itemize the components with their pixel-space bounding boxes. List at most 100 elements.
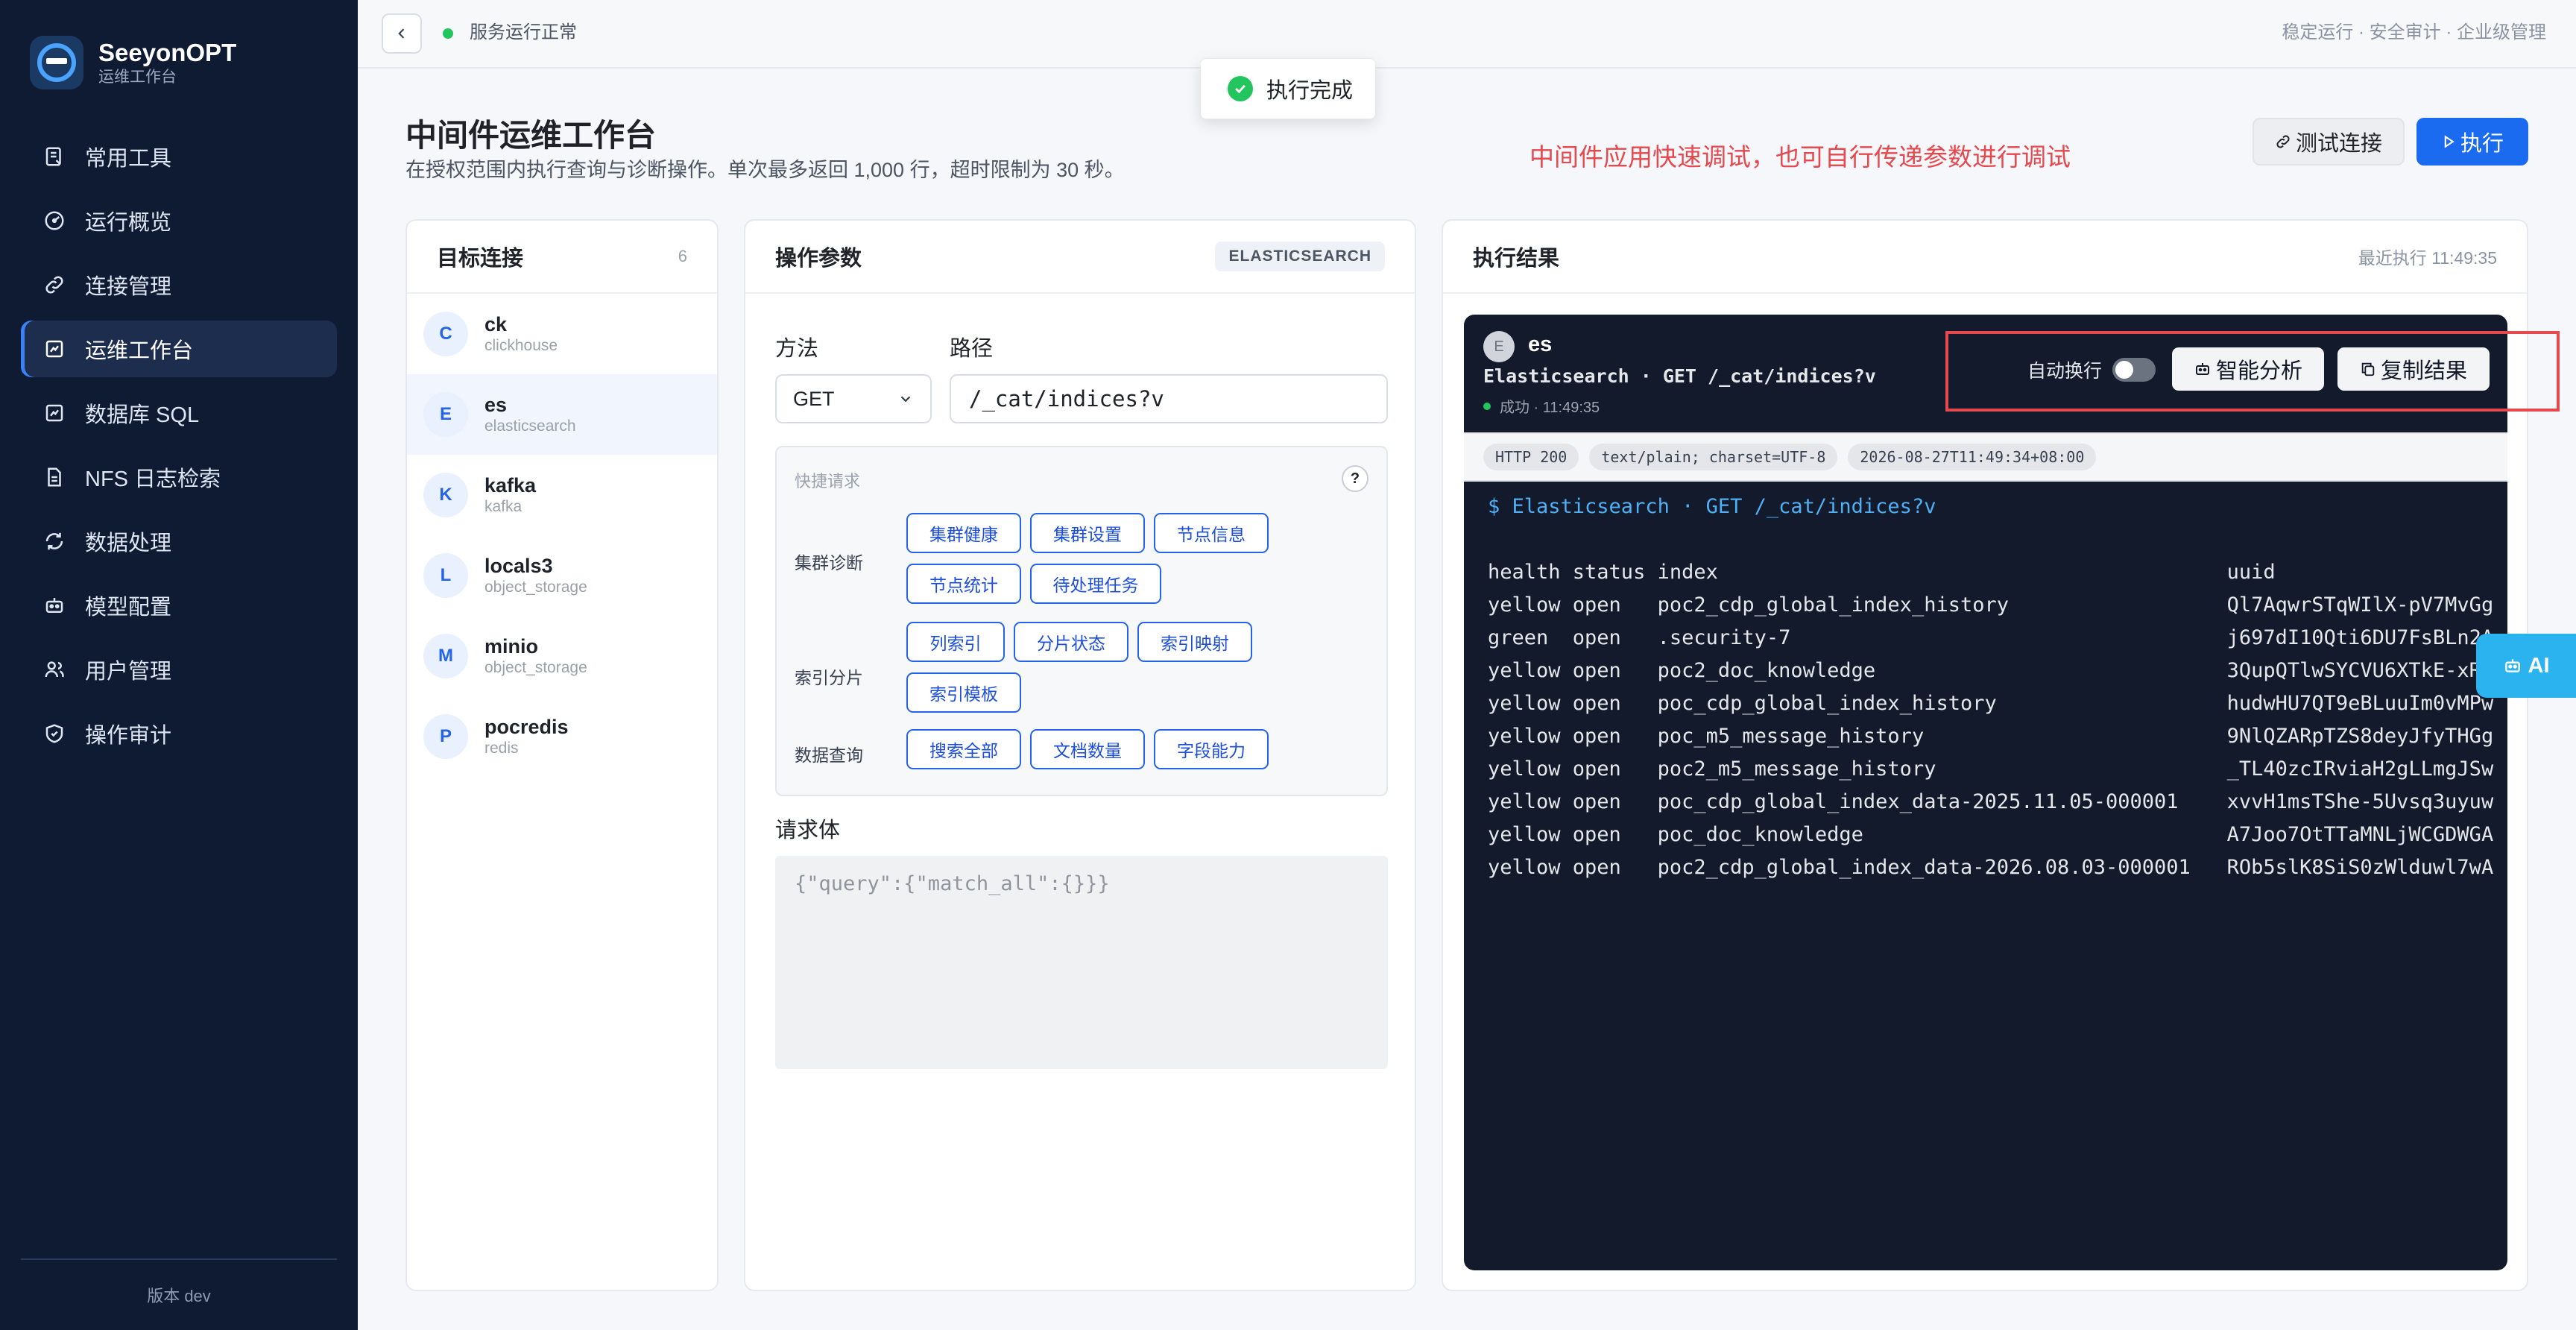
target-connections-panel: 目标连接 6 C ck clickhouse E es elasticsearch … [405, 219, 719, 1291]
database-icon [42, 400, 67, 426]
group-label-query: 数据查询 [795, 746, 863, 765]
chip-list-index[interactable]: 列索引 [906, 622, 1005, 662]
connection-item-kafka[interactable]: K kafka kafka [407, 455, 717, 535]
sidebar-item-audit[interactable]: 操作审计 [21, 705, 337, 762]
sidebar-item-label: 用户管理 [85, 660, 172, 684]
page-description: 在授权范围内执行查询与诊断操作。单次最多返回 1,000 行，超时限制为 30 … [405, 159, 1125, 181]
link-icon [2276, 135, 2290, 148]
tools-icon [42, 144, 67, 169]
chip-search-all[interactable]: 搜索全部 [906, 729, 1021, 769]
avatar: E [1483, 331, 1515, 362]
avatar: C [423, 312, 468, 356]
sidebar-item-label: 连接管理 [85, 275, 172, 299]
path-input[interactable]: /_cat/indices?v [950, 374, 1388, 423]
sidebar-item-workbench[interactable]: 运维工作台 [21, 321, 337, 377]
output-row: yellow open poc2_cdp_global_index_data-2… [1488, 856, 2507, 879]
avatar: M [423, 634, 468, 678]
sidebar-item-label: 模型配置 [85, 596, 172, 620]
link-icon [42, 272, 67, 297]
group-label-cluster: 集群诊断 [795, 553, 863, 573]
ai-assistant-button[interactable]: AI [2476, 634, 2576, 698]
quick-requests-title: 快捷请求 [795, 472, 861, 491]
output-header: health status index uuid pri r [1488, 561, 2507, 584]
chip-field-caps[interactable]: 字段能力 [1154, 729, 1269, 769]
connection-item-pocredis[interactable]: P pocredis redis [407, 696, 717, 777]
output-row: yellow open poc_m5_message_history 9NlQZ… [1488, 725, 2507, 748]
sidebar-item-overview[interactable]: 运行概览 [21, 192, 337, 249]
file-icon [42, 464, 67, 490]
highlight-box [1945, 331, 2560, 412]
connection-count: 6 [678, 247, 687, 265]
operation-params-panel: 操作参数 ELASTICSEARCH 方法 路径 GET /_cat/indic… [744, 219, 1416, 1291]
sidebar-item-sql[interactable]: 数据库 SQL [21, 385, 337, 441]
connection-item-locals3[interactable]: L locals3 object_storage [407, 535, 717, 616]
output-row: yellow open poc_cdp_global_index_history… [1488, 692, 2507, 715]
sidebar: SeeyonOPT 运维工作台 常用工具 运行概览 连接管理 运维工作台 数据库… [0, 0, 358, 1330]
connection-name: kafka [484, 474, 537, 497]
connection-item-es[interactable]: E es elasticsearch [407, 374, 717, 455]
chevron-down-icon [900, 396, 911, 403]
sidebar-item-users[interactable]: 用户管理 [21, 641, 337, 698]
help-icon[interactable]: ? [1342, 465, 1368, 492]
request-summary: Elasticsearch · GET /_cat/indices?v [1483, 365, 1876, 387]
connection-type: redis [484, 740, 519, 757]
toast-text: 执行完成 [1266, 79, 1354, 103]
content-type-chip: text/plain; charset=UTF-8 [1589, 444, 1838, 470]
annotation-text: 中间件应用快速调试，也可自行传递参数进行调试 [1530, 143, 2071, 171]
execute-label: 执行 [2460, 132, 2504, 156]
execution-status-text: 成功 · 11:49:35 [1500, 400, 1600, 416]
chip-pending-tasks[interactable]: 待处理任务 [1030, 564, 1161, 604]
sidebar-item-data-processing[interactable]: 数据处理 [21, 513, 337, 570]
path-label: 路径 [950, 337, 994, 361]
command-line: $ Elasticsearch · GET /_cat/indices?v [1488, 495, 1936, 518]
play-icon [2444, 135, 2455, 148]
group-label-index: 索引分片 [795, 668, 863, 687]
request-body-label: 请求体 [775, 819, 841, 842]
execute-button[interactable]: 执行 [2416, 118, 2528, 166]
check-circle-icon [1228, 76, 1253, 101]
response-meta: HTTP 200 text/plain; charset=UTF-8 2026-… [1464, 432, 2507, 482]
sidebar-nav: 常用工具 运行概览 连接管理 运维工作台 数据库 SQL NFS 日志检索 数据… [21, 128, 337, 769]
chip-index-mapping[interactable]: 索引映射 [1137, 622, 1252, 662]
chip-node-info[interactable]: 节点信息 [1154, 513, 1269, 553]
output-row: yellow open poc_doc_knowledge A7Joo7OtTT… [1488, 823, 2507, 846]
sidebar-item-label: 数据处理 [85, 532, 172, 555]
method-select[interactable]: GET [775, 374, 932, 423]
chip-cluster-health[interactable]: 集群健康 [906, 513, 1021, 553]
sidebar-item-nfs-logs[interactable]: NFS 日志检索 [21, 449, 337, 505]
request-body-input[interactable]: {"query":{"match_all":{}}} [775, 856, 1388, 1069]
success-dot [1483, 402, 1491, 410]
engine-tag: ELASTICSEARCH [1215, 242, 1385, 271]
test-connection-button[interactable]: 测试连接 [2253, 118, 2405, 166]
version-label: 版本 dev [21, 1258, 337, 1330]
users-icon [42, 657, 67, 682]
chip-doc-count[interactable]: 文档数量 [1030, 729, 1145, 769]
output-row: yellow open poc2_doc_knowledge 3QupQTlwS… [1488, 659, 2507, 682]
sidebar-item-tools[interactable]: 常用工具 [21, 128, 337, 185]
back-button[interactable] [382, 13, 422, 54]
app-subtitle: 运维工作台 [98, 69, 177, 86]
chevron-left-icon [398, 28, 405, 39]
status-dot [443, 28, 453, 39]
method-value: GET [793, 387, 835, 410]
service-status: 服务运行正常 [470, 22, 577, 42]
sidebar-item-connections[interactable]: 连接管理 [21, 256, 337, 313]
robot-icon [2504, 659, 2520, 672]
connection-item-minio[interactable]: M minio object_storage [407, 616, 717, 696]
execution-status: 成功 · 11:49:35 [1483, 395, 1600, 417]
connection-type: kafka [484, 498, 523, 515]
sidebar-item-label: 运维工作台 [85, 339, 194, 363]
chip-cluster-settings[interactable]: 集群设置 [1030, 513, 1145, 553]
logo-icon [30, 36, 83, 89]
ai-label: AI [2528, 653, 2550, 678]
sidebar-item-label: 常用工具 [85, 147, 172, 171]
sidebar-item-label: NFS 日志检索 [85, 467, 221, 491]
chip-index-template[interactable]: 索引模板 [906, 672, 1021, 713]
sidebar-item-model-config[interactable]: 模型配置 [21, 577, 337, 634]
connection-item-ck[interactable]: C ck clickhouse [407, 294, 717, 374]
chip-node-stats[interactable]: 节点统计 [906, 564, 1021, 604]
connection-name: es [1528, 332, 1553, 356]
brand[interactable]: SeeyonOPT 运维工作台 [30, 36, 236, 89]
quick-requests: 快捷请求 ? 集群诊断 集群健康 集群设置 节点信息 节点统计 待处理任务 索引… [775, 446, 1388, 796]
chip-shard-status[interactable]: 分片状态 [1014, 622, 1128, 662]
